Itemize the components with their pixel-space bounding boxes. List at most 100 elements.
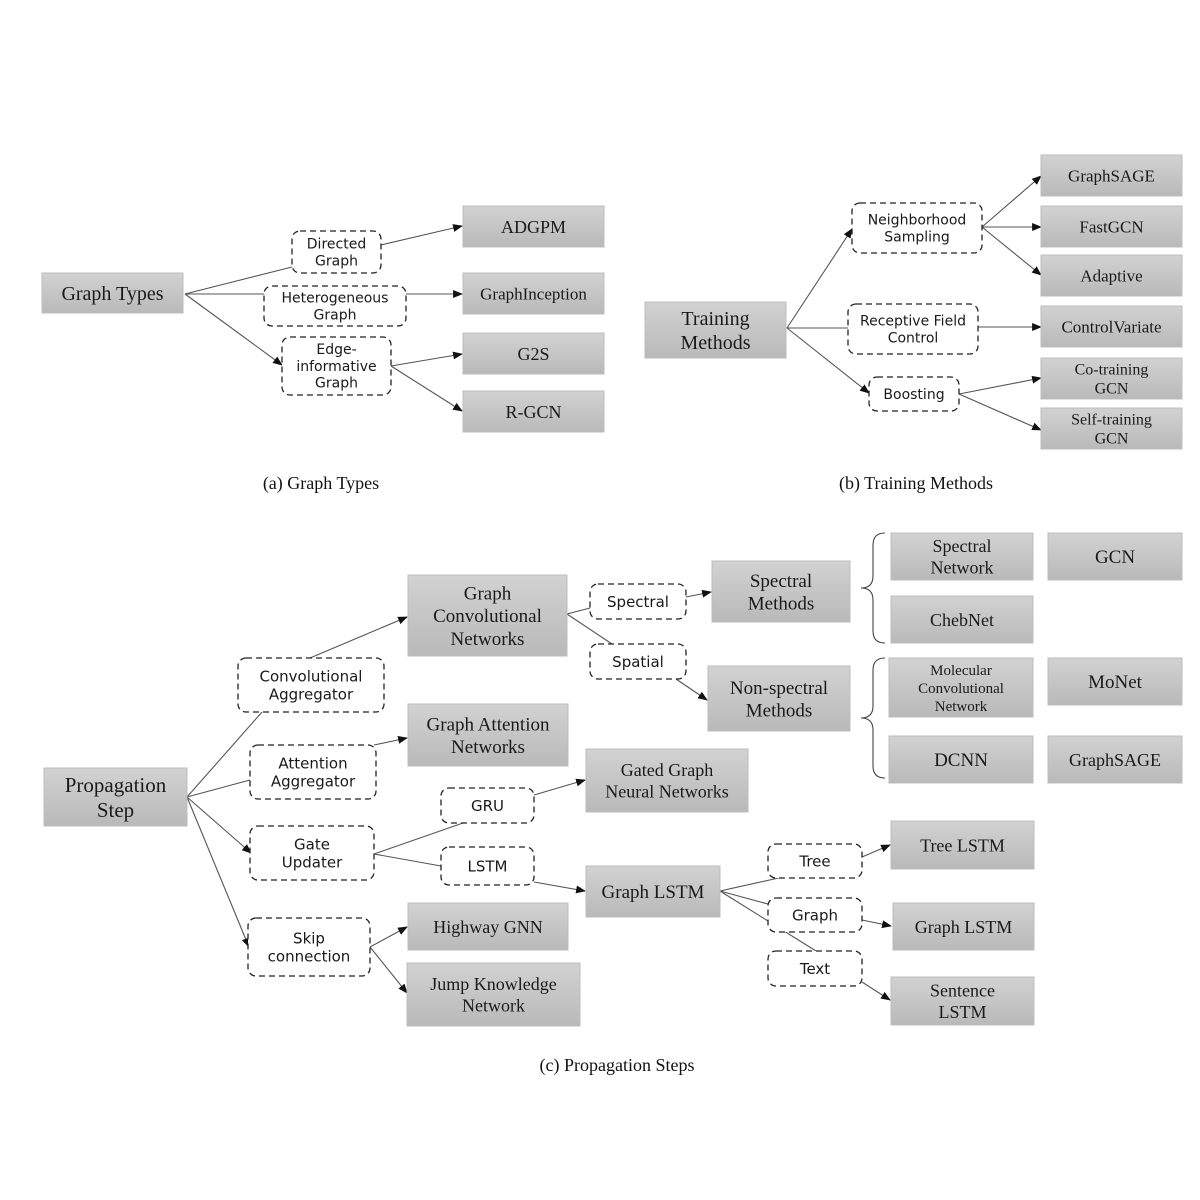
self-training-gcn: Self-training GCN bbox=[1040, 407, 1183, 450]
convolutional-aggregator-label: Convolutional Aggregator bbox=[260, 667, 363, 703]
fastgcn-label: FastGCN bbox=[1079, 217, 1143, 236]
graph-lstm-c-label: Graph LSTM bbox=[602, 882, 705, 903]
edge-directed-adgpm bbox=[380, 224, 463, 246]
tree-lstm: Tree LSTM bbox=[890, 820, 1035, 870]
g2s-label: G2S bbox=[517, 344, 549, 364]
edge-conv-gcn bbox=[309, 616, 408, 659]
g2s: G2S bbox=[462, 332, 605, 375]
spectral-label-label: Spectral bbox=[607, 593, 669, 611]
directed-graph-label: Directed Graph bbox=[307, 237, 366, 270]
lstm-label: LSTM bbox=[440, 846, 535, 886]
graphinception-label: GraphInception bbox=[480, 284, 587, 303]
attention-aggregator: Attention Aggregator bbox=[249, 744, 377, 800]
monet: MoNet bbox=[1047, 657, 1183, 706]
edge-edgeinfo-rgcn bbox=[390, 365, 463, 412]
edge-lstm-graphlstm bbox=[533, 881, 586, 894]
monet-label: MoNet bbox=[1088, 672, 1143, 693]
heterogeneous-graph: Heterogeneous Graph bbox=[263, 285, 407, 327]
graph-lstm-tree: Graph LSTM bbox=[892, 902, 1035, 951]
graph-lstm-tree-label: Graph LSTM bbox=[915, 917, 1013, 937]
edge-root-skip bbox=[186, 796, 250, 948]
non-spectral-methods: Non-spectral Methods bbox=[707, 665, 851, 732]
tree-label-label: Tree bbox=[798, 852, 830, 870]
gated-graph-neural-networks: Gated Graph Neural Networks bbox=[585, 748, 749, 813]
edge-root-neighborhood bbox=[786, 228, 853, 329]
boosting: Boosting bbox=[868, 376, 960, 412]
graph-label-label: Graph bbox=[792, 906, 838, 924]
chebnet: ChebNet bbox=[890, 595, 1034, 644]
spectral-methods: Spectral Methods bbox=[711, 560, 851, 623]
graphsage-b: GraphSAGE bbox=[1040, 154, 1183, 197]
training-methods-root: Training Methods bbox=[644, 301, 787, 359]
edge-text-sentencelstm bbox=[861, 981, 891, 1001]
gru-label-label: GRU bbox=[471, 797, 504, 815]
neighborhood-sampling: Neighborhood Sampling bbox=[851, 202, 983, 254]
sentence-lstm-label: Sentence LSTM bbox=[930, 981, 995, 1023]
sentence-lstm: Sentence LSTM bbox=[890, 976, 1035, 1026]
edge-neighborhood-graphsage bbox=[981, 175, 1042, 228]
taxonomy-diagram: Graph Types Directed Graph Heterogeneous Gra… bbox=[41, 154, 1183, 1076]
controlvariate: ControlVariate bbox=[1040, 305, 1183, 348]
edge-graphlstm-tree bbox=[719, 876, 784, 892]
propagation-step-root: Propagation Step bbox=[43, 767, 188, 827]
highway-gnn: Highway GNN bbox=[407, 902, 569, 951]
edge-gate-lstm bbox=[373, 853, 442, 867]
r-gcn-label: R-GCN bbox=[505, 402, 561, 422]
adaptive-label: Adaptive bbox=[1080, 266, 1142, 285]
r-gcn: R-GCN bbox=[462, 390, 605, 433]
receptive-field-control: Receptive Field Control bbox=[847, 303, 979, 355]
spectral-network-label: Spectral Network bbox=[931, 536, 994, 578]
lstm-label-label: LSTM bbox=[468, 857, 508, 875]
edge-spectral-methods bbox=[685, 589, 712, 598]
boosting-label: Boosting bbox=[883, 387, 944, 403]
dcnn: DCNN bbox=[888, 735, 1034, 784]
highway-gnn-label: Highway GNN bbox=[433, 917, 543, 937]
spatial-label: Spatial bbox=[589, 643, 687, 680]
brace-non-spectral bbox=[860, 657, 886, 779]
edge-skip-highway bbox=[369, 926, 408, 948]
caption-b: (b) Training Methods bbox=[839, 473, 993, 494]
gate-updater: Gate Updater bbox=[249, 825, 375, 881]
edge-gru-ggnn bbox=[533, 778, 586, 796]
brace-spectral bbox=[860, 532, 886, 644]
graph-lstm-c: Graph LSTM bbox=[585, 865, 721, 918]
graphsage-b-label: GraphSAGE bbox=[1068, 166, 1155, 185]
edge-gcn-spectral bbox=[566, 607, 591, 615]
gated-graph-neural-networks-label: Gated Graph Neural Networks bbox=[605, 760, 728, 802]
gru-label: GRU bbox=[440, 787, 535, 824]
attention-aggregator-label: Attention Aggregator bbox=[271, 754, 356, 790]
adgpm-label: ADGPM bbox=[501, 217, 566, 237]
skip-connection: Skip connection bbox=[247, 917, 371, 977]
convolutional-aggregator: Convolutional Aggregator bbox=[237, 657, 385, 713]
caption-c: (c) Propagation Steps bbox=[540, 1055, 695, 1076]
fastgcn: FastGCN bbox=[1040, 205, 1183, 248]
gcn-label: GCN bbox=[1095, 547, 1135, 568]
edge-neighborhood-adaptive bbox=[981, 226, 1042, 276]
edge-tree-treelstm bbox=[861, 844, 891, 858]
edge-root-attention bbox=[186, 779, 251, 798]
jump-knowledge-network: Jump Knowledge Network bbox=[406, 962, 581, 1027]
edge-boosting-selftraining bbox=[958, 393, 1042, 431]
adgpm: ADGPM bbox=[462, 205, 605, 248]
gated-graph-neural-networks-box bbox=[585, 748, 749, 813]
edge-boosting-cotraining bbox=[958, 375, 1042, 395]
edge-spatial-nonspectral bbox=[675, 678, 708, 701]
caption-a: (a) Graph Types bbox=[263, 473, 379, 494]
tree-label: Tree bbox=[767, 843, 863, 879]
edge-edgeinfo-g2s bbox=[390, 351, 463, 367]
graphinception: GraphInception bbox=[462, 272, 605, 315]
edge-graph-graphlstm bbox=[861, 919, 892, 929]
graph-types-root-label: Graph Types bbox=[61, 283, 163, 305]
spatial-label-label: Spatial bbox=[612, 653, 664, 671]
spectral-network: Spectral Network bbox=[890, 532, 1034, 581]
co-training-gcn: Co-training GCN bbox=[1040, 357, 1183, 400]
tree-lstm-label: Tree LSTM bbox=[920, 835, 1005, 855]
graph-convolutional-networks: Graph Convolutional Networks bbox=[407, 574, 568, 657]
edge-attention-gat bbox=[373, 735, 408, 746]
spectral-methods-label: Spectral Methods bbox=[748, 571, 815, 615]
molecular-convolutional-network: Molecular Convolutional Network bbox=[888, 657, 1034, 718]
edge-skip-jump bbox=[369, 946, 408, 994]
spectral-label: Spectral bbox=[589, 583, 687, 620]
graphsage-c: GraphSAGE bbox=[1047, 735, 1183, 784]
directed-graph: Directed Graph bbox=[291, 230, 382, 274]
